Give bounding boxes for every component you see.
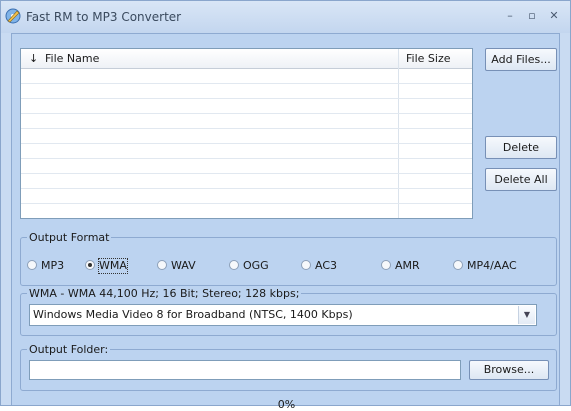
browse-button[interactable]: Browse... (469, 360, 549, 380)
radio-button-icon[interactable] (381, 260, 391, 270)
add-files-button[interactable]: Add Files... (485, 48, 557, 71)
radio-button-icon[interactable] (27, 260, 37, 270)
table-row (21, 83, 472, 84)
radio-button-icon[interactable] (301, 260, 311, 270)
table-row (21, 203, 472, 204)
delete-all-button[interactable]: Delete All (485, 168, 557, 191)
radio-label: AMR (395, 259, 420, 272)
radio-button-icon[interactable] (157, 260, 167, 270)
table-row (21, 173, 472, 174)
title-bar[interactable]: Fast RM to MP3 Converter – ▫ ✕ (1, 1, 570, 33)
file-list[interactable]: ↓ File Name File Size (20, 48, 473, 219)
output-format-group: Output Format MP3 WMA WAV OGG AC3 AMR MP… (20, 231, 557, 286)
column-file-name[interactable]: File Name (45, 49, 99, 68)
profile-select[interactable]: Windows Media Video 8 for Broadband (NTS… (29, 304, 537, 326)
table-row (21, 188, 472, 189)
column-file-size[interactable]: File Size (406, 49, 450, 68)
radio-button-icon[interactable] (453, 260, 463, 270)
maximize-icon[interactable]: ▫ (524, 8, 540, 24)
minimize-icon[interactable]: – (502, 8, 518, 24)
window-title: Fast RM to MP3 Converter (26, 10, 182, 24)
progress-percent: 0% (277, 398, 296, 411)
output-format-label: Output Format (27, 231, 112, 244)
table-row (21, 128, 472, 129)
profile-group: WMA - WMA 44,100 Hz; 16 Bit; Stereo; 128… (20, 287, 557, 336)
radio-label: MP4/AAC (467, 259, 517, 272)
profile-label: WMA - WMA 44,100 Hz; 16 Bit; Stereo; 128… (27, 287, 302, 300)
table-row (21, 143, 472, 144)
output-folder-input[interactable] (29, 360, 461, 380)
delete-button[interactable]: Delete (485, 136, 557, 159)
chevron-down-icon[interactable]: ▼ (518, 306, 535, 324)
output-folder-label: Output Folder: (27, 343, 111, 356)
radio-label: AC3 (315, 259, 338, 272)
radio-button-icon[interactable] (85, 260, 95, 270)
profile-selected-value: Windows Media Video 8 for Broadband (NTS… (33, 308, 353, 321)
client-area: ↓ File Name File Size Add Files... Delet… (11, 33, 560, 411)
app-window: Fast RM to MP3 Converter – ▫ ✕ ↓ File Na… (0, 0, 571, 411)
radio-label: WMA (98, 258, 128, 274)
file-list-header: ↓ File Name File Size (21, 49, 472, 69)
close-icon[interactable]: ✕ (546, 8, 562, 24)
radio-label: WAV (171, 259, 196, 272)
table-row (21, 158, 472, 159)
radio-label: OGG (243, 259, 269, 272)
radio-label: MP3 (41, 259, 65, 272)
table-row (21, 113, 472, 114)
output-folder-group: Output Folder: Browse... (20, 343, 557, 391)
sort-arrow-icon[interactable]: ↓ (29, 49, 38, 68)
table-row (21, 98, 472, 99)
radio-button-icon[interactable] (229, 260, 239, 270)
pencil-disc-icon (5, 8, 21, 24)
column-divider (398, 49, 399, 218)
